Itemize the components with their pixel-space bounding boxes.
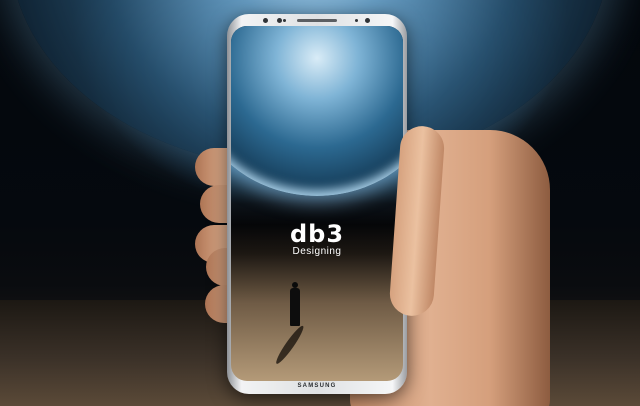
front-camera (365, 18, 370, 23)
phone-screen: db3 Designing (231, 26, 403, 381)
smartphone: db3 Designing SAMSUNG (227, 14, 407, 394)
man-body (290, 288, 300, 326)
front-sensor (263, 18, 268, 23)
brand-label: SAMSUNG (297, 383, 337, 389)
front-sensor (355, 19, 358, 22)
front-sensor (283, 19, 286, 22)
front-sensor (277, 18, 282, 23)
earpiece-speaker (297, 19, 337, 22)
logo-subtitle: Designing (292, 246, 342, 257)
logo-mark: db3 (289, 220, 345, 248)
standing-man-silhouette (289, 282, 301, 326)
phone-render-scene: db3 Designing SAMSUNG (0, 0, 640, 406)
man-shadow (273, 323, 307, 366)
earth-atmosphere (231, 26, 403, 196)
db3-logo: db3 Designing (231, 222, 403, 258)
